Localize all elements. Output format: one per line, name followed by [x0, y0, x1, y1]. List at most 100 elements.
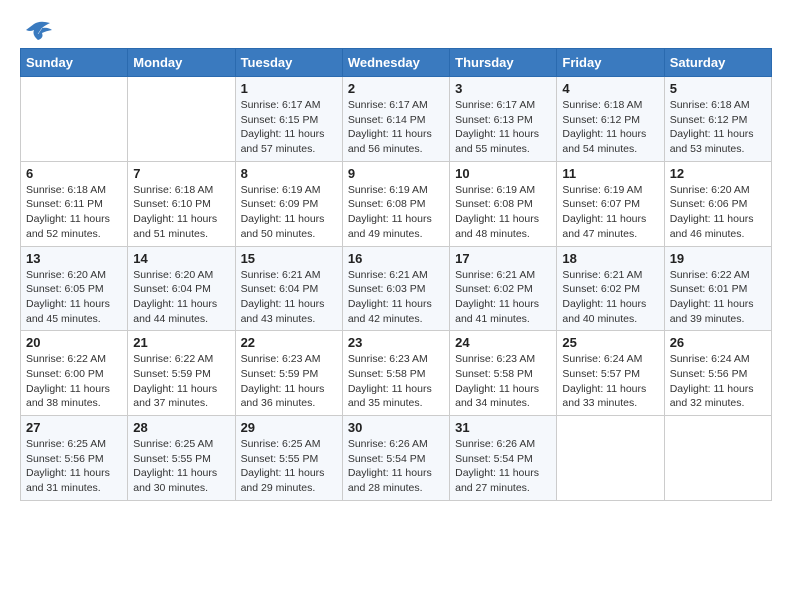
- day-number: 30: [348, 420, 444, 435]
- calendar-cell: [128, 77, 235, 162]
- weekday-header: Saturday: [664, 49, 771, 77]
- day-number: 17: [455, 251, 551, 266]
- calendar-table: SundayMondayTuesdayWednesdayThursdayFrid…: [20, 48, 772, 501]
- day-info: Sunrise: 6:20 AMSunset: 6:04 PMDaylight:…: [133, 268, 229, 327]
- calendar-cell: 16 Sunrise: 6:21 AMSunset: 6:03 PMDayligh…: [342, 246, 449, 331]
- day-info: Sunrise: 6:26 AMSunset: 5:54 PMDaylight:…: [348, 437, 444, 496]
- calendar-header: SundayMondayTuesdayWednesdayThursdayFrid…: [21, 49, 772, 77]
- day-info: Sunrise: 6:19 AMSunset: 6:07 PMDaylight:…: [562, 183, 658, 242]
- calendar-cell: 7Sunrise: 6:18 AMSunset: 6:10 PMDaylight…: [128, 161, 235, 246]
- logo-bird-icon: [22, 20, 54, 42]
- day-number: 13: [26, 251, 122, 266]
- day-info: Sunrise: 6:25 AMSunset: 5:55 PMDaylight:…: [133, 437, 229, 496]
- day-info: Sunrise: 6:22 AMSunset: 6:01 PMDaylight:…: [670, 268, 766, 327]
- day-number: 11: [562, 166, 658, 181]
- day-number: 24: [455, 335, 551, 350]
- calendar-cell: 13 Sunrise: 6:20 AMSunset: 6:05 PMDayligh…: [21, 246, 128, 331]
- weekday-header: Sunday: [21, 49, 128, 77]
- calendar-cell: 17 Sunrise: 6:21 AMSunset: 6:02 PMDayligh…: [450, 246, 557, 331]
- calendar-week-row: 13 Sunrise: 6:20 AMSunset: 6:05 PMDayligh…: [21, 246, 772, 331]
- day-info: Sunrise: 6:21 AMSunset: 6:04 PMDaylight:…: [241, 268, 337, 327]
- day-info: Sunrise: 6:26 AMSunset: 5:54 PMDaylight:…: [455, 437, 551, 496]
- calendar-week-row: 27Sunrise: 6:25 AMSunset: 5:56 PMDayligh…: [21, 416, 772, 501]
- weekday-header: Thursday: [450, 49, 557, 77]
- day-info: Sunrise: 6:23 AMSunset: 5:59 PMDaylight:…: [241, 352, 337, 411]
- day-number: 22: [241, 335, 337, 350]
- calendar-cell: [21, 77, 128, 162]
- day-info: Sunrise: 6:19 AMSunset: 6:08 PMDaylight:…: [348, 183, 444, 242]
- calendar-cell: 18 Sunrise: 6:21 AMSunset: 6:02 PMDayligh…: [557, 246, 664, 331]
- day-info: Sunrise: 6:25 AMSunset: 5:55 PMDaylight:…: [241, 437, 337, 496]
- day-number: 6: [26, 166, 122, 181]
- day-number: 2: [348, 81, 444, 96]
- calendar-cell: 19 Sunrise: 6:22 AMSunset: 6:01 PMDayligh…: [664, 246, 771, 331]
- calendar-cell: 5Sunrise: 6:18 AMSunset: 6:12 PMDaylight…: [664, 77, 771, 162]
- day-number: 1: [241, 81, 337, 96]
- day-info: Sunrise: 6:18 AMSunset: 6:12 PMDaylight:…: [562, 98, 658, 157]
- day-info: Sunrise: 6:21 AMSunset: 6:03 PMDaylight:…: [348, 268, 444, 327]
- day-info: Sunrise: 6:19 AMSunset: 6:09 PMDaylight:…: [241, 183, 337, 242]
- calendar-cell: 26 Sunrise: 6:24 AMSunset: 5:56 PMDayligh…: [664, 331, 771, 416]
- day-info: Sunrise: 6:23 AMSunset: 5:58 PMDaylight:…: [455, 352, 551, 411]
- day-number: 31: [455, 420, 551, 435]
- day-info: Sunrise: 6:17 AMSunset: 6:14 PMDaylight:…: [348, 98, 444, 157]
- day-info: Sunrise: 6:24 AMSunset: 5:56 PMDaylight:…: [670, 352, 766, 411]
- calendar-cell: 20Sunrise: 6:22 AMSunset: 6:00 PMDayligh…: [21, 331, 128, 416]
- calendar-cell: 12 Sunrise: 6:20 AMSunset: 6:06 PMDayligh…: [664, 161, 771, 246]
- header-row: SundayMondayTuesdayWednesdayThursdayFrid…: [21, 49, 772, 77]
- day-info: Sunrise: 6:20 AMSunset: 6:06 PMDaylight:…: [670, 183, 766, 242]
- day-number: 29: [241, 420, 337, 435]
- day-number: 9: [348, 166, 444, 181]
- day-number: 21: [133, 335, 229, 350]
- calendar-cell: 8 Sunrise: 6:19 AMSunset: 6:09 PMDaylight…: [235, 161, 342, 246]
- calendar-cell: 31 Sunrise: 6:26 AMSunset: 5:54 PMDayligh…: [450, 416, 557, 501]
- calendar-cell: 28 Sunrise: 6:25 AMSunset: 5:55 PMDayligh…: [128, 416, 235, 501]
- day-number: 25: [562, 335, 658, 350]
- calendar-week-row: 1Sunrise: 6:17 AMSunset: 6:15 PMDaylight…: [21, 77, 772, 162]
- day-info: Sunrise: 6:21 AMSunset: 6:02 PMDaylight:…: [455, 268, 551, 327]
- calendar-week-row: 6Sunrise: 6:18 AMSunset: 6:11 PMDaylight…: [21, 161, 772, 246]
- calendar-cell: 14 Sunrise: 6:20 AMSunset: 6:04 PMDayligh…: [128, 246, 235, 331]
- calendar-cell: 3 Sunrise: 6:17 AMSunset: 6:13 PMDaylight…: [450, 77, 557, 162]
- calendar-cell: [557, 416, 664, 501]
- calendar-week-row: 20Sunrise: 6:22 AMSunset: 6:00 PMDayligh…: [21, 331, 772, 416]
- calendar-cell: 29 Sunrise: 6:25 AMSunset: 5:55 PMDayligh…: [235, 416, 342, 501]
- day-info: Sunrise: 6:22 AMSunset: 5:59 PMDaylight:…: [133, 352, 229, 411]
- day-info: Sunrise: 6:24 AMSunset: 5:57 PMDaylight:…: [562, 352, 658, 411]
- day-number: 26: [670, 335, 766, 350]
- day-number: 14: [133, 251, 229, 266]
- calendar-cell: 24 Sunrise: 6:23 AMSunset: 5:58 PMDayligh…: [450, 331, 557, 416]
- day-info: Sunrise: 6:23 AMSunset: 5:58 PMDaylight:…: [348, 352, 444, 411]
- day-number: 18: [562, 251, 658, 266]
- day-number: 28: [133, 420, 229, 435]
- calendar-cell: 30 Sunrise: 6:26 AMSunset: 5:54 PMDayligh…: [342, 416, 449, 501]
- calendar-cell: [664, 416, 771, 501]
- calendar-body: 1Sunrise: 6:17 AMSunset: 6:15 PMDaylight…: [21, 77, 772, 501]
- calendar-cell: 10Sunrise: 6:19 AMSunset: 6:08 PMDayligh…: [450, 161, 557, 246]
- calendar-cell: 25 Sunrise: 6:24 AMSunset: 5:57 PMDayligh…: [557, 331, 664, 416]
- day-info: Sunrise: 6:20 AMSunset: 6:05 PMDaylight:…: [26, 268, 122, 327]
- page-header: [20, 20, 772, 38]
- day-number: 19: [670, 251, 766, 266]
- day-info: Sunrise: 6:21 AMSunset: 6:02 PMDaylight:…: [562, 268, 658, 327]
- day-number: 3: [455, 81, 551, 96]
- weekday-header: Friday: [557, 49, 664, 77]
- calendar-cell: 4 Sunrise: 6:18 AMSunset: 6:12 PMDaylight…: [557, 77, 664, 162]
- day-number: 4: [562, 81, 658, 96]
- calendar-cell: 21 Sunrise: 6:22 AMSunset: 5:59 PMDayligh…: [128, 331, 235, 416]
- day-number: 10: [455, 166, 551, 181]
- calendar-cell: 27Sunrise: 6:25 AMSunset: 5:56 PMDayligh…: [21, 416, 128, 501]
- calendar-cell: 6Sunrise: 6:18 AMSunset: 6:11 PMDaylight…: [21, 161, 128, 246]
- day-number: 20: [26, 335, 122, 350]
- day-number: 12: [670, 166, 766, 181]
- day-number: 5: [670, 81, 766, 96]
- calendar-cell: 22 Sunrise: 6:23 AMSunset: 5:59 PMDayligh…: [235, 331, 342, 416]
- calendar-cell: 9 Sunrise: 6:19 AMSunset: 6:08 PMDaylight…: [342, 161, 449, 246]
- day-number: 8: [241, 166, 337, 181]
- calendar-cell: 1Sunrise: 6:17 AMSunset: 6:15 PMDaylight…: [235, 77, 342, 162]
- weekday-header: Wednesday: [342, 49, 449, 77]
- day-info: Sunrise: 6:25 AMSunset: 5:56 PMDaylight:…: [26, 437, 122, 496]
- day-info: Sunrise: 6:17 AMSunset: 6:13 PMDaylight:…: [455, 98, 551, 157]
- weekday-header: Tuesday: [235, 49, 342, 77]
- day-number: 16: [348, 251, 444, 266]
